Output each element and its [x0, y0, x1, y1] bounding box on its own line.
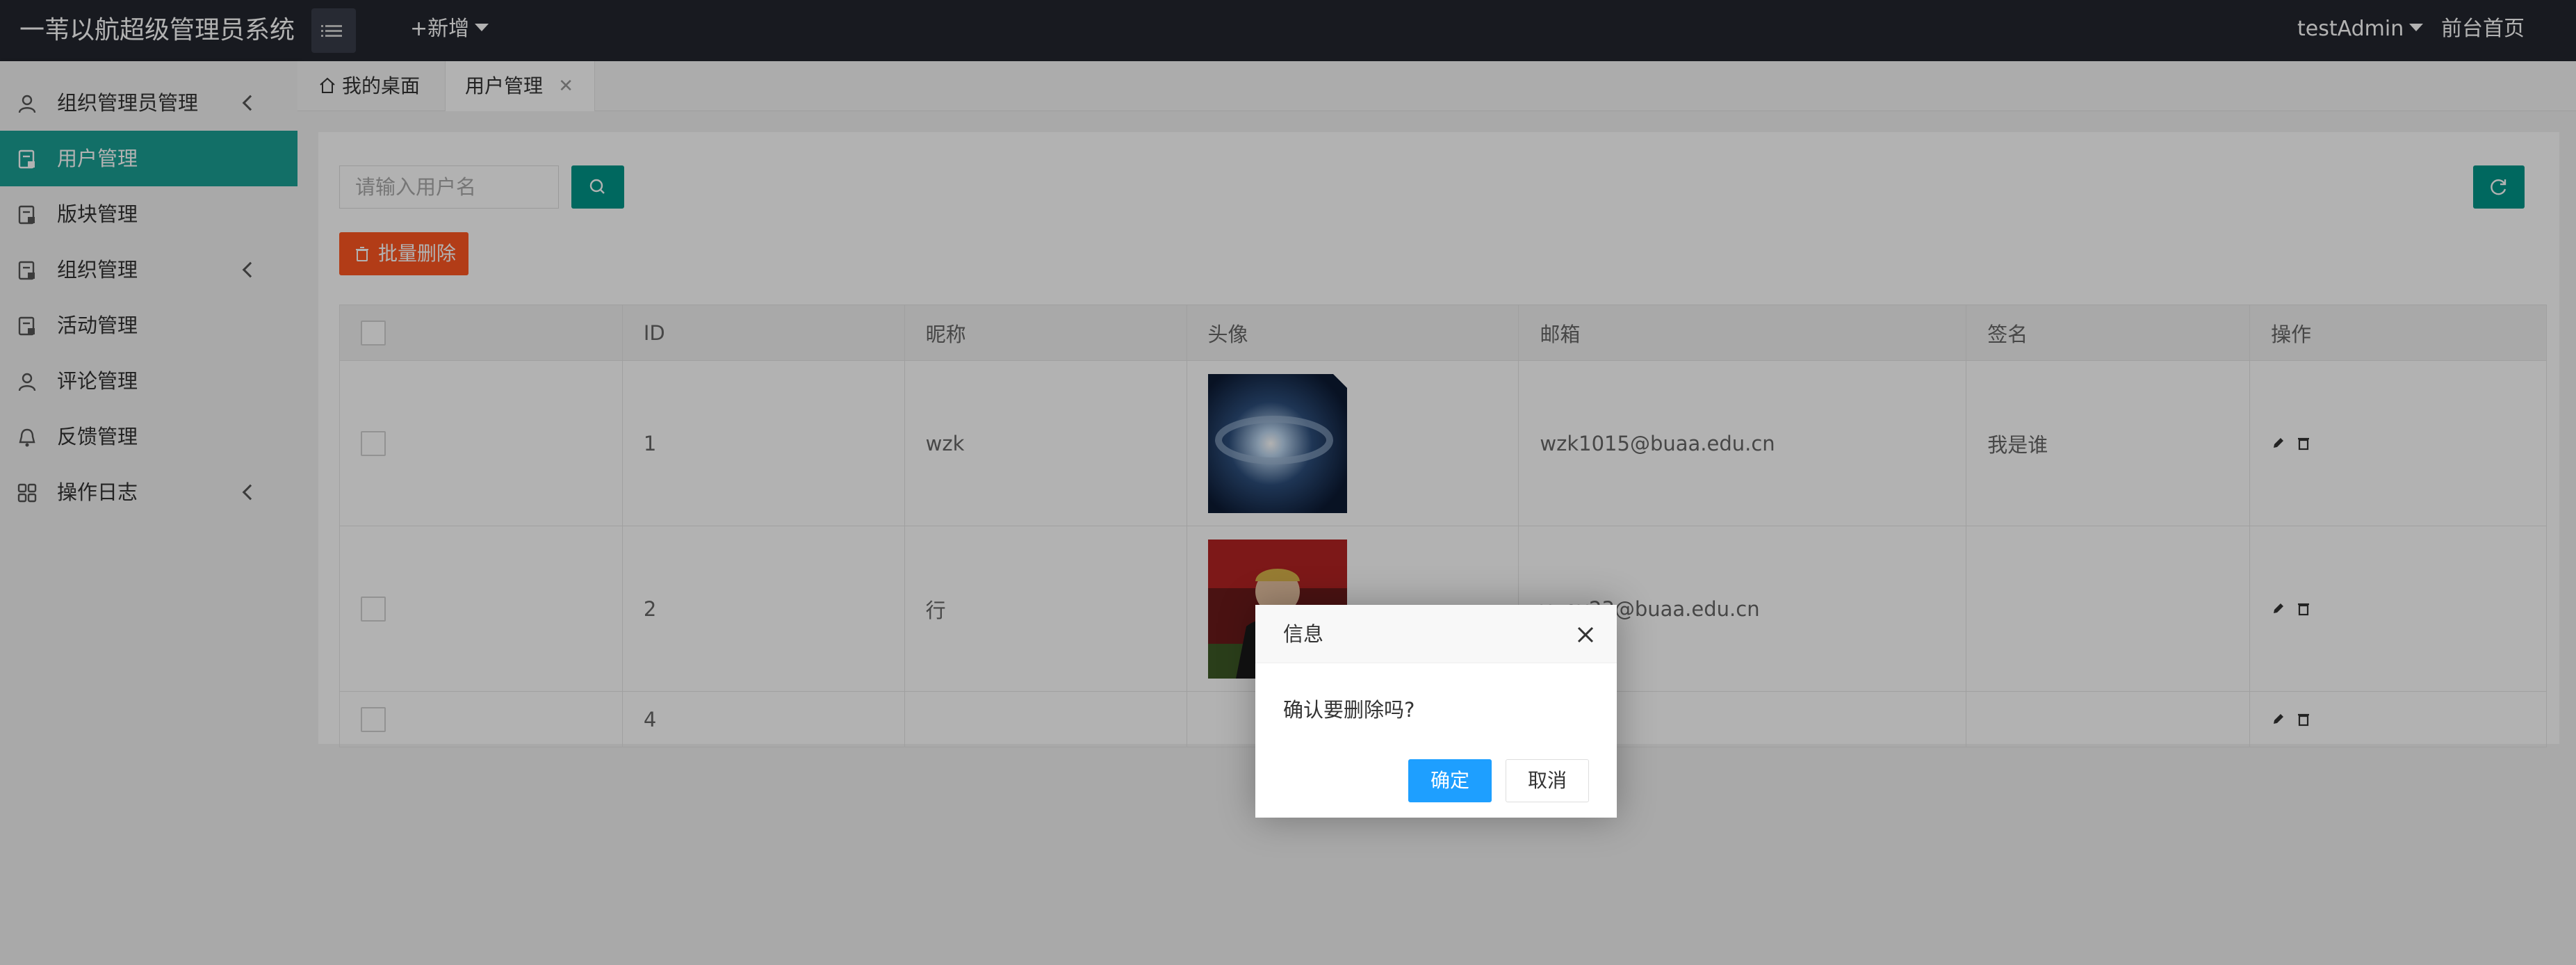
dialog-message: 确认要删除吗?: [1283, 698, 1415, 722]
dialog-title: 信息: [1255, 605, 1617, 663]
modal-overlay[interactable]: [0, 0, 2576, 965]
close-icon[interactable]: [1575, 624, 1596, 645]
confirm-button[interactable]: 确定: [1408, 759, 1492, 802]
confirm-dialog: 信息 确认要删除吗? 确定 取消: [1255, 605, 1617, 818]
cancel-button[interactable]: 取消: [1506, 759, 1589, 802]
